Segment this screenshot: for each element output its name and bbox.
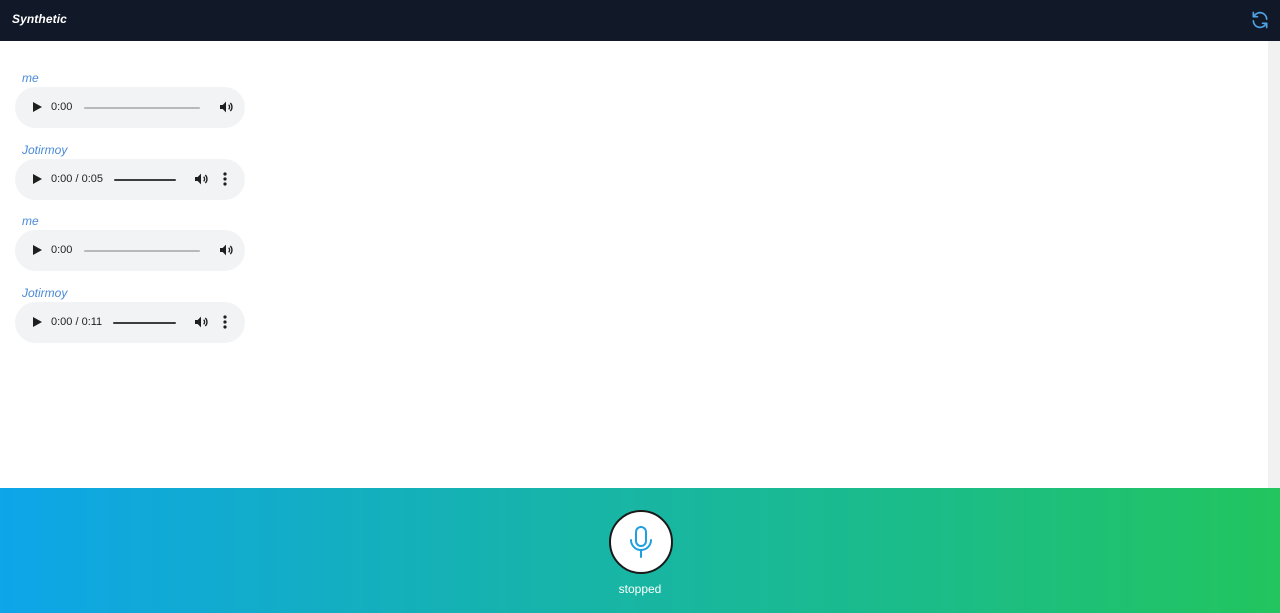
sender-label: Jotirmoy — [22, 286, 68, 300]
audio-player: 0:00 / 0:05 — [15, 159, 245, 200]
seek-bar[interactable] — [84, 107, 200, 109]
play-button[interactable] — [27, 240, 47, 260]
sender-label: me — [22, 71, 39, 85]
audio-player: 0:00 — [15, 230, 245, 271]
volume-icon[interactable] — [193, 171, 209, 187]
time-display: 0:00 / 0:05 — [51, 173, 103, 185]
more-options-icon[interactable] — [219, 171, 231, 187]
volume-icon[interactable] — [218, 242, 234, 258]
play-button[interactable] — [27, 169, 47, 189]
play-button[interactable] — [27, 312, 47, 332]
seek-bar[interactable] — [114, 179, 176, 181]
sender-label: me — [22, 214, 39, 228]
message-list: me 0:00 Jotirmoy 0:00 / 0:05 me 0:00 Jot… — [0, 41, 1268, 488]
time-display: 0:00 — [51, 244, 73, 256]
time-display: 0:00 / 0:11 — [51, 316, 103, 328]
seek-bar[interactable] — [113, 322, 176, 324]
app-brand: Synthetic — [12, 12, 67, 26]
audio-player: 0:00 / 0:11 — [15, 302, 245, 343]
more-options-icon[interactable] — [219, 314, 231, 330]
scrollbar[interactable] — [1268, 41, 1280, 488]
recording-status: stopped — [618, 582, 662, 596]
seek-bar[interactable] — [84, 250, 200, 252]
recorder-panel: stopped — [0, 488, 1280, 613]
play-button[interactable] — [27, 97, 47, 117]
sender-label: Jotirmoy — [22, 143, 68, 157]
volume-icon[interactable] — [193, 314, 209, 330]
microphone-icon — [630, 526, 652, 558]
record-button[interactable] — [609, 510, 673, 574]
scrollbar-thumb[interactable] — [1270, 43, 1278, 483]
time-display: 0:00 — [51, 101, 73, 113]
volume-icon[interactable] — [218, 99, 234, 115]
top-bar: Synthetic — [0, 0, 1280, 41]
refresh-icon[interactable] — [1250, 10, 1270, 30]
audio-player: 0:00 — [15, 87, 245, 128]
